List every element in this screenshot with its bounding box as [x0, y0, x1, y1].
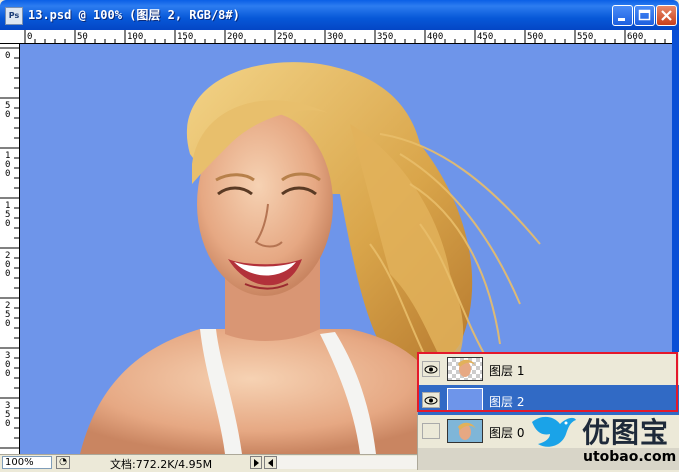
- scroll-left-button[interactable]: [264, 456, 277, 469]
- ruler-label: 0: [5, 269, 10, 279]
- watermark-url: utobao.com: [583, 449, 677, 465]
- bird-logo-icon: [532, 416, 576, 447]
- minimize-icon: [618, 18, 625, 21]
- layer-thumbnail-cutout: [447, 357, 483, 381]
- watermark-brand: 优图宝: [582, 416, 670, 449]
- zoom-level-field[interactable]: 100%: [2, 456, 52, 469]
- ruler-label: 500: [527, 32, 543, 42]
- ruler-label: 0: [5, 369, 10, 379]
- ruler-label: 550: [577, 32, 593, 42]
- woman-cutout-thumbnail: [458, 359, 476, 377]
- ruler-label: 350: [377, 32, 393, 42]
- layer-visibility-toggle[interactable]: [422, 392, 440, 408]
- ruler-label: 0: [27, 32, 32, 42]
- minimize-button[interactable]: [612, 5, 633, 26]
- ruler-label: 0: [5, 110, 10, 120]
- vertical-ruler[interactable]: 050100150200250300350: [0, 44, 20, 454]
- close-icon: [661, 10, 672, 21]
- eye-icon: [424, 396, 438, 405]
- layer-visibility-toggle[interactable]: [422, 361, 440, 377]
- maximize-button[interactable]: [634, 5, 655, 26]
- ruler-label: 300: [327, 32, 343, 42]
- woman-photo-thumbnail: [458, 422, 476, 440]
- ruler-label: 0: [5, 419, 10, 429]
- close-button[interactable]: [656, 5, 677, 26]
- layer-thumbnail-blue: [447, 388, 483, 412]
- title-bar[interactable]: Ps 13.psd @ 100% (图层 2, RGB/8#): [0, 0, 679, 30]
- ruler-label: 100: [127, 32, 143, 42]
- ruler-label: 0: [5, 219, 10, 229]
- horizontal-ruler-ticks: 0 50 100 150 200 250 300 350 400 450 500 550 600: [24, 30, 666, 44]
- ruler-label: 0: [5, 169, 10, 179]
- layer-thumbnail-photo: [447, 419, 483, 443]
- navigator-icon[interactable]: ◔: [56, 456, 70, 469]
- layer-visibility-toggle[interactable]: [422, 423, 440, 439]
- status-menu-arrow-icon[interactable]: [250, 456, 262, 469]
- ruler-label: 0: [5, 51, 10, 61]
- ruler-label: 450: [477, 32, 493, 42]
- layer-name[interactable]: 图层 2: [489, 393, 524, 410]
- horizontal-ruler[interactable]: 0 50 100 150 200 250 300 350 400 450 500 550 600: [0, 30, 672, 44]
- maximize-icon: [638, 9, 651, 21]
- layer-name[interactable]: 图层 0: [489, 424, 524, 441]
- vertical-ruler-ticks: 050100150200250300350: [0, 47, 20, 449]
- ruler-label: 400: [427, 32, 443, 42]
- ruler-label: 50: [77, 32, 88, 42]
- ruler-label: 0: [5, 319, 10, 329]
- horizontal-scrollbar[interactable]: [277, 456, 417, 469]
- ruler-label: 600: [627, 32, 643, 42]
- ruler-label: 250: [277, 32, 293, 42]
- layer-row-1[interactable]: 图层 1: [418, 354, 679, 384]
- window-title: 13.psd @ 100% (图层 2, RGB/8#): [28, 8, 240, 22]
- ruler-label: 200: [227, 32, 243, 42]
- layer-name[interactable]: 图层 1: [489, 362, 524, 379]
- eye-icon: [424, 365, 438, 374]
- ruler-label: 150: [177, 32, 193, 42]
- photoshop-document-icon: Ps: [5, 7, 23, 25]
